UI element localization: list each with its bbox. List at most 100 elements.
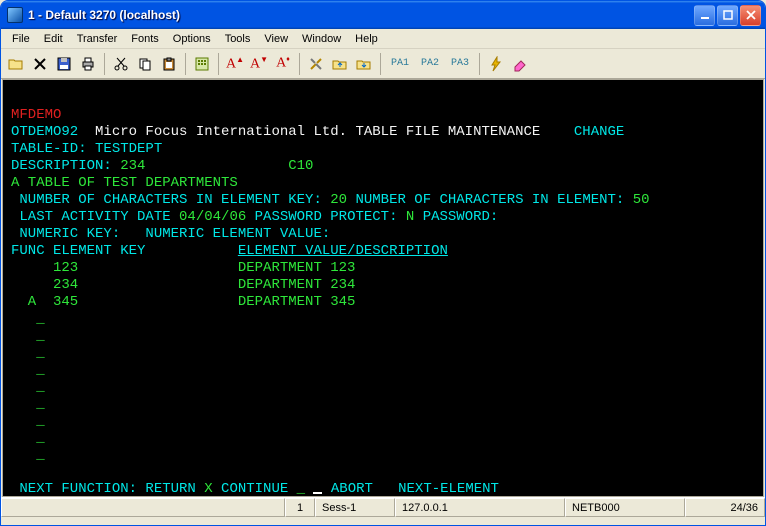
terminal-screen[interactable]: MFDEMO OTDEMO92 Micro Focus Internationa… [2,79,764,497]
password-label: PASSWORD: [414,209,498,225]
row1-key: 123 [11,260,238,276]
minimize-icon [700,10,710,20]
font-auto-button[interactable]: A♦ [272,53,294,75]
row2-val: DEPARTMENT 234 [238,277,356,293]
tools-button[interactable] [305,53,327,75]
toolbar-separator [218,53,219,75]
maximize-icon [723,10,733,20]
empty-row: _ [11,379,45,395]
transfer-recv-button[interactable] [353,53,375,75]
description-label: DESCRIPTION: [11,158,120,174]
numchars-elem-label: NUMBER OF CHARACTERS IN ELEMENT: [347,192,633,208]
row3-val: DEPARTMENT 345 [238,294,356,310]
folder-open-icon [8,56,24,72]
nextfn-x: X [204,481,221,497]
eraser-icon [512,56,528,72]
print-button[interactable] [77,53,99,75]
lightning-icon [488,56,504,72]
nextfn-continue: CONTINUE [221,481,297,497]
status-bar: 1 Sess-1 127.0.0.1 NETB000 24/36 [1,497,765,517]
x-icon [33,57,47,71]
col-header-a: FUNC ELEMENT KEY [11,243,238,259]
font-larger-button[interactable]: A▲ [224,53,246,75]
table-id-value: TESTDEPT [95,141,162,157]
pa3-button[interactable]: PA3 [446,55,474,73]
menu-tools[interactable]: Tools [218,31,258,47]
status-sess-name: Sess-1 [315,498,395,517]
paste-button[interactable] [158,53,180,75]
menu-view[interactable]: View [257,31,295,47]
pwd-protect-label: PASSWORD PROTECT: [246,209,406,225]
attn-button[interactable] [485,53,507,75]
status-sess-num: 1 [285,498,315,517]
pa1-button[interactable]: PA1 [386,55,414,73]
col-header-b: ELEMENT VALUE/DESCRIPTION [238,243,448,259]
menu-help[interactable]: Help [348,31,385,47]
menu-window[interactable]: Window [295,31,348,47]
save-button[interactable] [53,53,75,75]
pa2-button[interactable]: PA2 [416,55,444,73]
copy-button[interactable] [134,53,156,75]
folder-down-icon [356,56,372,72]
menu-transfer[interactable]: Transfer [70,31,125,47]
menu-options[interactable]: Options [166,31,218,47]
keypad-icon [194,56,210,72]
empty-row: _ [11,413,45,429]
close-button[interactable] [740,5,761,26]
screen-mode: CHANGE [574,124,624,140]
menu-edit[interactable]: Edit [37,31,70,47]
row1-val: DEPARTMENT 123 [238,260,356,276]
empty-row: _ [11,328,45,344]
window-titlebar: 1 - Default 3270 (localhost) [1,1,765,29]
status-message [1,498,285,517]
empty-row: _ [11,430,45,446]
open-button[interactable] [5,53,27,75]
menu-file[interactable]: File [5,31,37,47]
numchars-key-label: NUMBER OF CHARACTERS IN ELEMENT KEY: [11,192,330,208]
description-value: 234 C10 [120,158,313,174]
empty-row: _ [11,396,45,412]
toolbar-separator [185,53,186,75]
menu-bar: File Edit Transfer Fonts Options Tools V… [1,29,765,49]
clipboard-icon [161,56,177,72]
nextfn-abort: ABORT [322,481,398,497]
font-smaller-button[interactable]: A▼ [248,53,270,75]
clear-button[interactable] [509,53,531,75]
folder-up-icon [332,56,348,72]
transfer-send-button[interactable] [329,53,351,75]
numchars-elem-value: 50 [633,192,650,208]
last-activity-value: 04/04/06 [179,209,246,225]
floppy-icon [56,56,72,72]
toolbar-separator [479,53,480,75]
cut-button[interactable] [110,53,132,75]
printer-icon [80,56,96,72]
scissors-icon [113,56,129,72]
close-icon [746,10,756,20]
empty-row: _ [11,311,45,327]
app-icon [7,7,23,23]
row2-key: 234 [11,277,238,293]
disconnect-button[interactable] [29,53,51,75]
numeric-row: NUMERIC KEY: NUMERIC ELEMENT VALUE: [11,226,330,242]
font-a-plus-icon: A▲ [226,55,244,73]
table-desc-text: A TABLE OF TEST DEPARTMENTS [11,175,238,191]
table-id-label: TABLE-ID: [11,141,95,157]
status-net: NETB000 [565,498,685,517]
menu-fonts[interactable]: Fonts [124,31,166,47]
keypad-button[interactable] [191,53,213,75]
nextfn-underscore: _ [297,481,314,497]
status-cursor-pos: 24/36 [685,498,765,517]
empty-row: _ [11,345,45,361]
maximize-button[interactable] [717,5,738,26]
toolbar-separator [299,53,300,75]
nextfn-return: RETURN [145,481,204,497]
copy-icon [137,56,153,72]
nextfn-label: NEXT FUNCTION: [11,481,145,497]
empty-row: _ [11,447,45,463]
tools-icon [308,56,324,72]
toolbar-separator [104,53,105,75]
window-title: 1 - Default 3270 (localhost) [28,8,694,22]
toolbar-separator [380,53,381,75]
minimize-button[interactable] [694,5,715,26]
empty-row: _ [11,362,45,378]
